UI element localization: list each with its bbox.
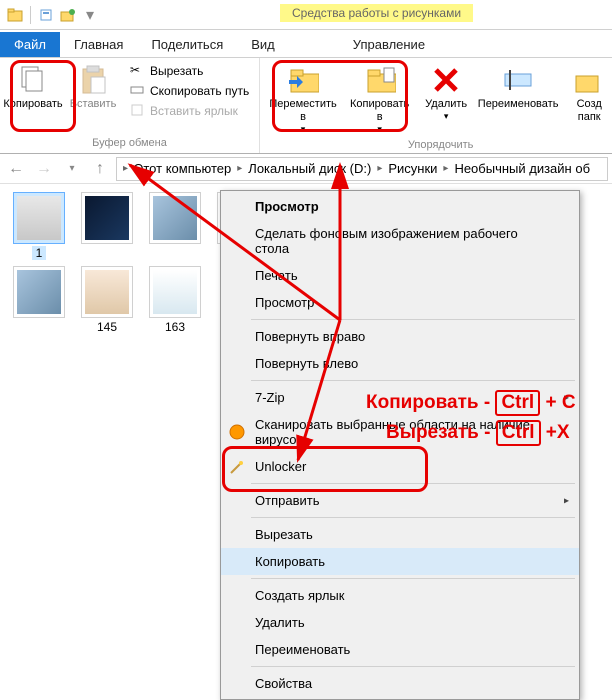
delete-icon xyxy=(430,64,462,96)
tab-view[interactable]: Вид xyxy=(237,32,289,57)
ctx-print[interactable]: Печать xyxy=(221,262,579,289)
chevron-right-icon: ▸ xyxy=(375,163,384,174)
copy-label: Копировать xyxy=(3,98,62,111)
move-to-icon xyxy=(287,64,319,96)
ctx-7zip[interactable]: 7-Zip▸ xyxy=(221,384,579,411)
breadcrumb-seg[interactable]: Рисунки xyxy=(386,161,439,176)
ctx-delete[interactable]: Удалить xyxy=(221,609,579,636)
breadcrumb-seg[interactable]: Этот компьютер xyxy=(132,161,233,176)
separator xyxy=(251,319,575,320)
ctx-set-desktop[interactable]: Сделать фоновым изображением рабочего ст… xyxy=(221,220,579,262)
copy-icon xyxy=(17,64,49,96)
address-bar: ← → ▾ ↑ ▸ Этот компьютер ▸ Локальный дис… xyxy=(0,154,612,184)
cut-button[interactable]: ✂Вырезать xyxy=(126,62,253,80)
ctx-rotate-cw[interactable]: Повернуть вправо xyxy=(221,323,579,350)
file-thumb[interactable] xyxy=(144,192,206,260)
breadcrumb-seg[interactable]: Локальный диск (D:) xyxy=(246,161,373,176)
ribbon: Копировать Вставить ✂Вырезать Скопироват… xyxy=(0,58,612,154)
rename-label: Переименовать xyxy=(478,98,559,111)
ctx-unlocker[interactable]: Unlocker xyxy=(221,453,579,480)
chevron-right-icon: ▸ xyxy=(441,163,450,174)
separator xyxy=(251,517,575,518)
new-folder-button[interactable]: Созд папк xyxy=(563,62,612,137)
breadcrumb-seg[interactable]: Необычный дизайн об xyxy=(452,161,592,176)
chevron-right-icon: ▸ xyxy=(564,495,569,506)
separator xyxy=(251,578,575,579)
folder-icon xyxy=(6,6,24,24)
back-button[interactable]: ← xyxy=(4,157,28,181)
ctx-send-to[interactable]: Отправить▸ xyxy=(221,487,579,514)
paste-shortcut-button: Вставить ярлык xyxy=(126,102,253,120)
new-folder-icon[interactable] xyxy=(59,6,77,24)
rename-icon xyxy=(502,64,534,96)
copy-to-button[interactable]: Копировать в▾ xyxy=(346,62,413,137)
context-tab-label: Средства работы с рисунками xyxy=(280,4,473,22)
file-thumb[interactable]: 163 xyxy=(144,266,206,334)
titlebar: ▾ Средства работы с рисунками xyxy=(0,0,612,30)
ctx-copy[interactable]: Копировать xyxy=(221,548,579,575)
tab-share[interactable]: Поделиться xyxy=(137,32,237,57)
ctx-properties[interactable]: Свойства xyxy=(221,670,579,697)
wand-icon xyxy=(229,459,245,475)
ribbon-tabs: Файл Главная Поделиться Вид Управление xyxy=(0,30,612,58)
ctx-shortcut[interactable]: Создать ярлык xyxy=(221,582,579,609)
ctx-rename[interactable]: Переименовать xyxy=(221,636,579,663)
copy-to-label: Копировать в xyxy=(350,98,409,124)
file-thumb[interactable]: 1 xyxy=(8,192,70,260)
ribbon-group-organize: Переместить в▾ Копировать в▾ Удалить▾ Пе… xyxy=(260,58,612,153)
tab-manage[interactable]: Управление xyxy=(339,32,439,57)
clipboard-group-label: Буфер обмена xyxy=(6,135,253,151)
separator xyxy=(251,380,575,381)
ctx-rotate-ccw[interactable]: Повернуть влево xyxy=(221,350,579,377)
ribbon-group-clipboard: Копировать Вставить ✂Вырезать Скопироват… xyxy=(0,58,260,153)
organize-group-label: Упорядочить xyxy=(266,137,612,153)
tab-home[interactable]: Главная xyxy=(60,32,137,57)
ctx-cut[interactable]: Вырезать xyxy=(221,521,579,548)
paste-button: Вставить xyxy=(66,62,120,135)
separator xyxy=(251,483,575,484)
file-thumb[interactable] xyxy=(8,266,70,334)
paste-label: Вставить xyxy=(70,98,117,111)
copy-to-icon xyxy=(364,64,396,96)
separator xyxy=(30,6,31,24)
chevron-right-icon: ▸ xyxy=(121,163,130,174)
up-button[interactable]: ↑ xyxy=(88,157,112,181)
path-icon xyxy=(130,83,146,99)
new-folder-label: Созд папк xyxy=(567,98,611,124)
quick-access-toolbar: ▾ xyxy=(0,6,105,24)
properties-icon[interactable] xyxy=(37,6,55,24)
tab-file[interactable]: Файл xyxy=(0,32,60,57)
new-folder-icon xyxy=(573,64,605,96)
file-thumb[interactable] xyxy=(76,192,138,260)
chevron-right-icon: ▸ xyxy=(235,163,244,174)
shortcut-icon xyxy=(130,103,146,119)
ctx-scan[interactable]: Сканировать выбранные области на наличие… xyxy=(221,411,579,453)
copy-path-button[interactable]: Скопировать путь xyxy=(126,82,253,100)
rename-button[interactable]: Переименовать xyxy=(479,62,557,137)
context-menu: Просмотр Сделать фоновым изображением ра… xyxy=(220,190,580,700)
ctx-preview[interactable]: Просмотр xyxy=(221,289,579,316)
separator xyxy=(251,666,575,667)
file-thumb[interactable]: 145 xyxy=(76,266,138,334)
move-to-label: Переместить в xyxy=(269,98,336,124)
dropdown-icon[interactable]: ▾ xyxy=(81,6,99,24)
scissors-icon: ✂ xyxy=(130,63,146,79)
shield-icon xyxy=(229,424,245,440)
forward-button[interactable]: → xyxy=(32,157,56,181)
history-dropdown[interactable]: ▾ xyxy=(60,157,84,181)
delete-button[interactable]: Удалить▾ xyxy=(419,62,473,137)
delete-label: Удалить xyxy=(425,98,467,111)
copy-button[interactable]: Копировать xyxy=(6,62,60,135)
ctx-view[interactable]: Просмотр xyxy=(221,193,579,220)
breadcrumb[interactable]: ▸ Этот компьютер ▸ Локальный диск (D:) ▸… xyxy=(116,157,608,181)
paste-icon xyxy=(77,64,109,96)
move-to-button[interactable]: Переместить в▾ xyxy=(266,62,340,137)
chevron-right-icon: ▸ xyxy=(564,392,569,403)
